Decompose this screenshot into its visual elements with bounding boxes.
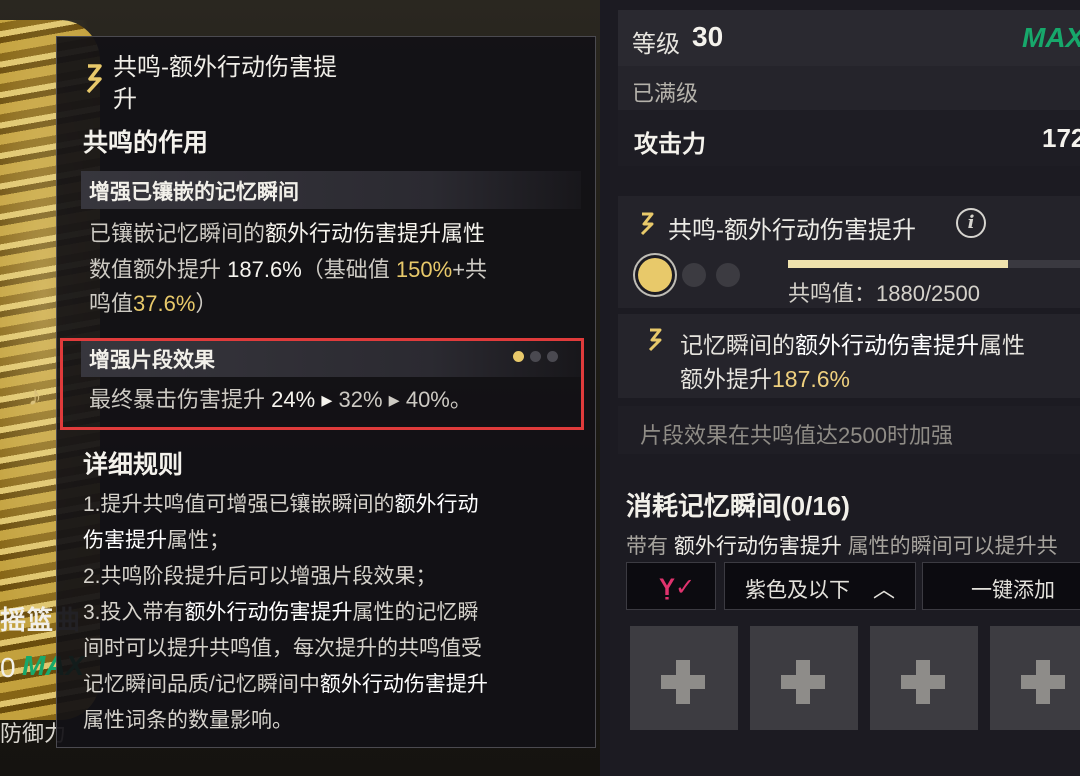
section-rules-heading: 详细规则: [83, 451, 184, 479]
resonance-title: 共鸣-额外行动伤害提升: [668, 217, 916, 244]
effect-highlight: 额外行动伤害提升: [795, 332, 979, 358]
rule-highlight: 额外行动: [394, 493, 479, 516]
attack-row: 攻击力 172: [618, 110, 1080, 166]
add-all-button[interactable]: 一键添加: [922, 562, 1080, 610]
level-label: 等级: [632, 31, 680, 58]
enhance-resonance-value: 37.6%: [133, 291, 196, 316]
resonance-stage-dots: [638, 258, 740, 292]
add-slot-plus-icon[interactable]: [630, 626, 738, 730]
effect-bonus-value: 187.6%: [772, 366, 851, 392]
rule-line-3: 3.投入带有额外行动伤害提升属性的记忆瞬: [83, 595, 479, 630]
level-row: 等级 30 MAX: [618, 10, 1080, 66]
memory-slots: [630, 626, 1080, 730]
enhance-attr: 额外行动伤害提升属性: [265, 221, 486, 246]
rule-line-1: 1.提升共鸣值可增强已镶嵌瞬间的额外行动: [83, 487, 479, 522]
attack-value: 172: [1042, 123, 1080, 153]
add-slot-plus-icon[interactable]: [750, 626, 858, 730]
filter-button[interactable]: Ỵ✓: [626, 562, 716, 610]
rule-line-5: 记忆瞬间品质/记忆瞬间中额外行动伤害提升: [83, 667, 488, 702]
enhance-text: 已镶嵌记忆瞬间的: [89, 221, 266, 246]
music-note-icon: ♪: [28, 380, 42, 411]
rule-highlight: 额外行动伤害提升: [319, 673, 488, 696]
chevron-up-icon: ︿: [873, 577, 896, 602]
rule-text: 3.投入带有: [83, 601, 185, 624]
maxed-status-row: 已满级: [618, 66, 1080, 110]
effect-prefix: 记忆瞬间的: [680, 332, 795, 358]
filter-check-icon: Ỵ✓: [659, 574, 696, 601]
quality-dropdown-label: 紫色及以下: [745, 579, 850, 602]
tooltip-title-line-1: 共鸣-额外行动伤害提: [113, 54, 337, 81]
add-slot-plus-icon[interactable]: [990, 626, 1080, 730]
fragment-note-row: 片段效果在共鸣值达2500时加强: [618, 406, 1080, 454]
rule-highlight: 额外行动伤害提升: [184, 601, 353, 624]
enhance-text: （基础值: [301, 257, 390, 282]
enhance-line-3: 鸣值37.6%）: [89, 287, 217, 321]
fragment-note: 片段效果在共鸣值达2500时加强: [640, 423, 953, 448]
rule-text: 属性的记忆瞬: [352, 601, 479, 624]
maxed-status: 已满级: [632, 81, 699, 106]
info-icon[interactable]: i: [956, 208, 986, 238]
add-slot-plus-icon[interactable]: [870, 626, 978, 730]
rule-text: 1.提升共鸣值可增强已镶嵌瞬间的: [83, 493, 395, 516]
annotation-highlight-box: [60, 338, 584, 430]
rule-text: 记忆瞬间品质/记忆瞬间中: [83, 673, 320, 696]
enhance-subheading-label: 增强已镶嵌的记忆瞬间: [89, 181, 299, 204]
enhance-text: ）: [195, 291, 218, 316]
enhance-text: 鸣值: [89, 291, 134, 316]
level-value: 30: [692, 21, 724, 52]
stage-dot-3: [716, 263, 740, 287]
effect-bonus-label: 额外提升: [680, 366, 772, 392]
consume-desc-suffix: 属性的瞬间可以提升共: [847, 535, 1058, 558]
resonance-progress-bar: [788, 260, 1080, 268]
attack-label: 攻击力: [634, 131, 706, 158]
resonance-effect-row: 记忆瞬间的额外行动伤害提升属性 额外提升187.6%: [618, 314, 1080, 398]
resonance-icon: [640, 212, 654, 236]
consume-desc-prefix: 带有: [626, 535, 668, 558]
enhance-subheading: 增强已镶嵌的记忆瞬间: [81, 171, 581, 209]
enhance-line-2: 数值额外提升 187.6%（基础值 150%+共: [89, 253, 487, 287]
rule-line-1b: 伤害提升属性；: [83, 523, 230, 558]
resonance-icon: [86, 64, 102, 94]
stage-dot-2: [682, 263, 706, 287]
enhance-total-value: 187.6%: [227, 257, 302, 282]
enhance-base-value: 150%: [395, 257, 453, 282]
enhance-text: 数值额外提升: [89, 257, 222, 282]
enhance-text: +共: [452, 257, 488, 282]
rule-line-4: 间时可以提升共鸣值，每次提升的共鸣值受: [83, 637, 482, 660]
rule-line-6: 属性词条的数量影响。: [83, 709, 293, 732]
enhance-line-1: 已镶嵌记忆瞬间的额外行动伤害提升属性: [89, 217, 485, 251]
card-level: 0: [0, 652, 16, 683]
resonance-icon: [648, 328, 662, 352]
section-effect-heading: 共鸣的作用: [83, 129, 209, 157]
quality-dropdown[interactable]: 紫色及以下 ︿: [724, 562, 916, 610]
detail-panel: 等级 30 MAX 已满级 攻击力 172 共鸣-额外行动伤害提升 i 共鸣值：…: [610, 0, 1080, 776]
rule-highlight: 伤害提升: [83, 529, 167, 552]
consume-desc-highlight: 额外行动伤害提升: [673, 535, 842, 558]
rule-text: 属性；: [167, 529, 230, 552]
consume-title: 消耗记忆瞬间(0/16): [626, 491, 850, 521]
resonance-value: 共鸣值：1880/2500: [788, 281, 980, 306]
effect-line-1: 记忆瞬间的额外行动伤害提升属性: [680, 326, 1025, 360]
add-all-label: 一键添加: [971, 579, 1055, 602]
effect-suffix: 属性: [979, 332, 1025, 358]
resonance-section: 共鸣-额外行动伤害提升 i 共鸣值：1880/2500: [618, 196, 1080, 308]
effect-line-2: 额外提升187.6%: [680, 360, 850, 394]
max-badge: MAX: [1022, 22, 1080, 53]
resonance-progress-fill: [788, 260, 1008, 268]
tooltip-title-line-2: 升: [113, 86, 137, 113]
rule-line-2: 2.共鸣阶段提升后可以增强片段效果；: [83, 565, 437, 588]
consume-description: 带有 额外行动伤害提升 属性的瞬间可以提升共: [626, 530, 1058, 560]
stage-dot-1: [638, 258, 672, 292]
